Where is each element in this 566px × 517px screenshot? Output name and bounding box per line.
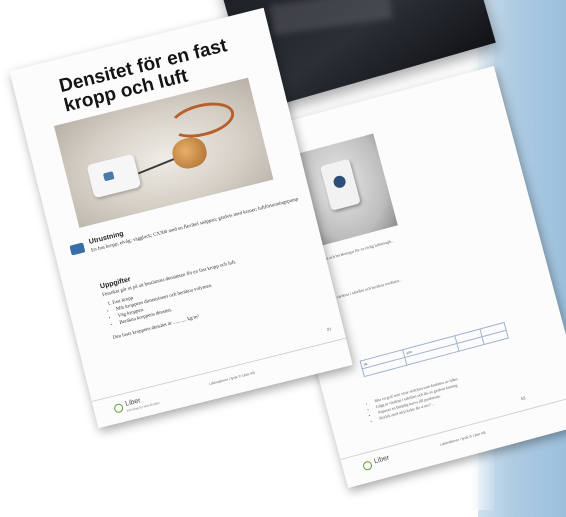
device-dial	[332, 174, 347, 190]
table-row: t/s s/m	[360, 322, 507, 369]
liber-logo-icon	[113, 402, 125, 414]
liber-logo-text: Liber	[373, 454, 391, 466]
tube-coil-image	[166, 96, 238, 144]
weight-object-image	[169, 134, 210, 172]
measuring-device-image	[319, 158, 361, 211]
device-display	[102, 171, 115, 182]
equipment-icon	[69, 242, 86, 256]
front-footer-meta: Laborationer i fysik © Liber AB	[208, 370, 256, 387]
scale-device-image	[86, 153, 142, 199]
liber-logo-icon	[362, 460, 374, 472]
cover-shine	[269, 0, 393, 36]
back-footer-meta: Laborationer i fysik © Liber AB	[439, 430, 487, 447]
scene: Mätresultat och beräkningar för en rörli…	[0, 0, 566, 517]
front-page-footer: Liber Ett förlag för hela Norden Laborat…	[91, 337, 353, 429]
back-page-number: 53	[520, 395, 526, 402]
